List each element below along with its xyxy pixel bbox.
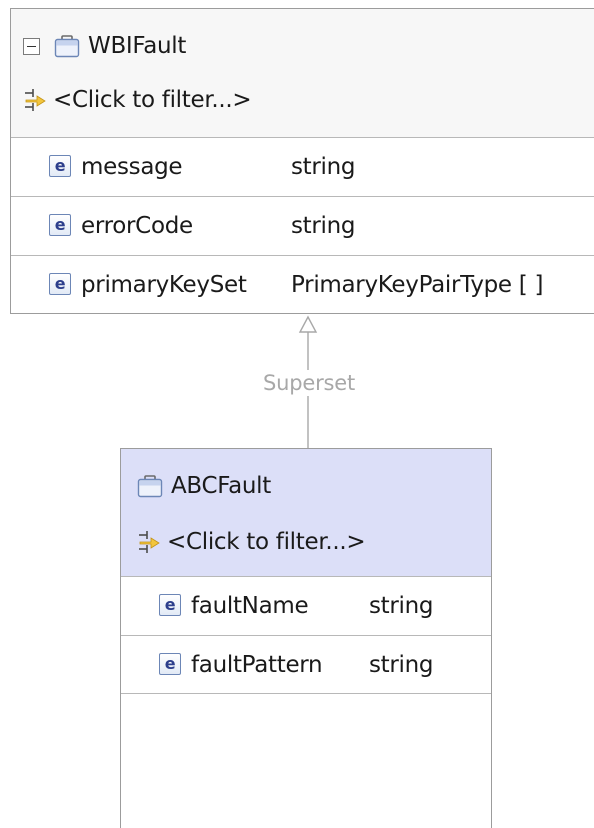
business-object-icon	[54, 35, 80, 58]
attribute-name: errorCode	[81, 213, 193, 239]
business-object-icon	[137, 475, 163, 498]
bo-header: WBIFault <Click to filter...>	[11, 9, 594, 137]
relationship-label: Superset	[247, 370, 371, 396]
bo-name[interactable]: ABCFault	[171, 473, 271, 499]
attribute-name: faultPattern	[191, 652, 323, 678]
inheritance-arrowhead	[298, 315, 318, 333]
attribute-type: string	[291, 213, 356, 239]
bo-header: ABCFault <Click to filter...>	[121, 449, 491, 576]
collapse-icon[interactable]	[23, 37, 40, 55]
attribute-row[interactable]: e errorCode string	[11, 196, 594, 255]
attribute-name: primaryKeySet	[81, 272, 247, 298]
filter-row[interactable]: <Click to filter...>	[137, 529, 366, 555]
attribute-row[interactable]: e primaryKeySet PrimaryKeyPairType [ ]	[11, 255, 594, 314]
attribute-row[interactable]: e faultName string	[121, 576, 491, 635]
element-icon: e	[49, 155, 71, 177]
attribute-row[interactable]: e faultPattern string	[121, 635, 491, 694]
filter-row[interactable]: <Click to filter...>	[23, 87, 252, 113]
attribute-type: string	[369, 593, 434, 619]
filter-text: <Click to filter...>	[167, 529, 366, 555]
element-icon: e	[49, 273, 71, 295]
attribute-type: string	[291, 154, 356, 180]
filter-text: <Click to filter...>	[53, 87, 252, 113]
business-object-abcfault[interactable]: ABCFault <Click to filter...> e faultNam…	[120, 448, 492, 828]
bo-title-row: WBIFault	[23, 33, 186, 59]
element-icon: e	[49, 214, 71, 236]
business-object-wbifault[interactable]: WBIFault <Click to filter...> e message …	[10, 8, 594, 314]
filter-icon	[25, 89, 46, 111]
attribute-name: message	[81, 154, 183, 180]
bo-title-row: ABCFault	[137, 473, 271, 499]
attribute-row[interactable]: e message string	[11, 137, 594, 196]
element-icon: e	[159, 653, 181, 675]
element-icon: e	[159, 594, 181, 616]
attribute-name: faultName	[191, 593, 309, 619]
attribute-type: string	[369, 652, 434, 678]
attribute-type: PrimaryKeyPairType [ ]	[291, 272, 544, 298]
bo-name[interactable]: WBIFault	[88, 33, 186, 59]
filter-icon	[139, 531, 160, 553]
